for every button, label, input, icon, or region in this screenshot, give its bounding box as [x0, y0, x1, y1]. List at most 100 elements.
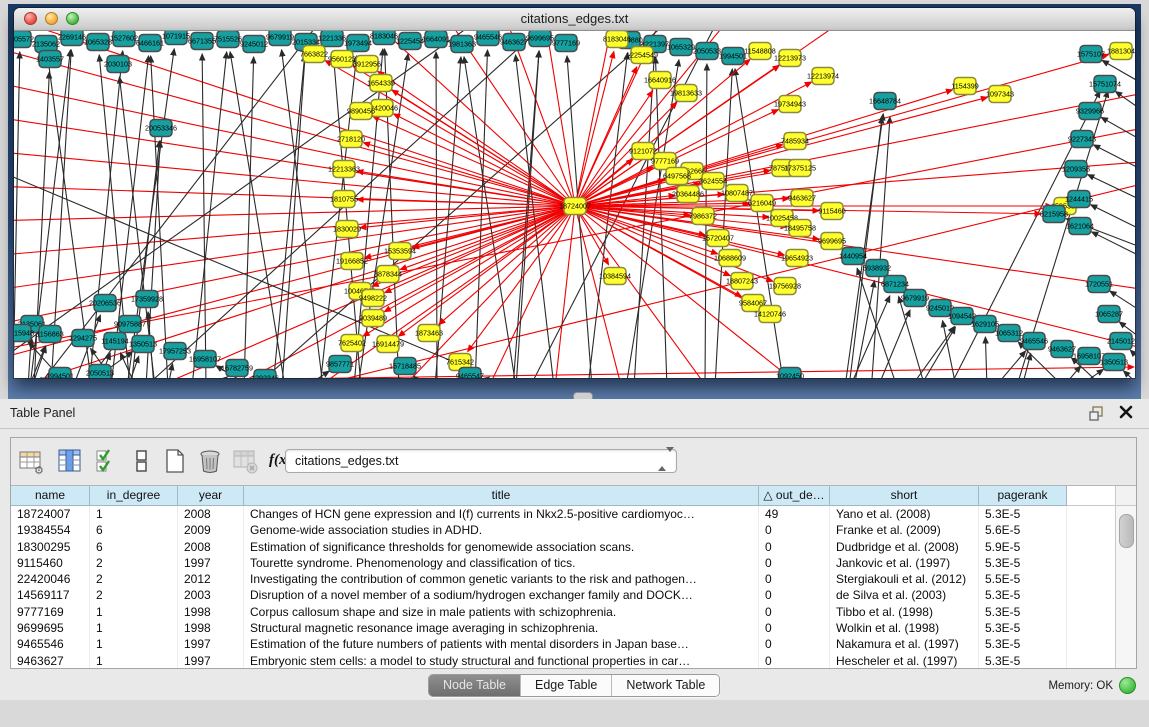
network-node-label: 1973494: [344, 39, 372, 48]
cell-out_de: 0: [759, 604, 830, 620]
delete-rows-icon[interactable]: [195, 446, 225, 476]
tab-node-table[interactable]: Node Table: [429, 675, 521, 696]
cell-year: 1997: [178, 636, 244, 652]
network-node-label: 9679919: [266, 33, 294, 42]
network-window: citations_edges.txt 18724007240557221350…: [14, 8, 1135, 378]
cell-name: 9115460: [11, 555, 90, 571]
network-node-label: 1292346: [251, 374, 279, 379]
table-row[interactable]: 977716911998Corpus callosum shape and si…: [11, 604, 1136, 620]
network-edge: [554, 206, 575, 378]
network-edge: [899, 296, 925, 378]
network-node-label: 9465547: [456, 372, 484, 379]
network-node-label: 9329966: [1076, 107, 1104, 116]
create-table-icon[interactable]: [160, 446, 190, 476]
network-node-label: 17957253: [159, 347, 191, 356]
network-node-label: 1575107: [1077, 50, 1105, 59]
network-node-label: 9039489: [359, 314, 387, 323]
column-header-title[interactable]: title: [244, 486, 759, 506]
network-node-label: 9498222: [359, 294, 387, 303]
table-row[interactable]: 969969511998Structural magnetic resonanc…: [11, 620, 1136, 636]
cell-out_de: 0: [759, 653, 830, 668]
vertical-scrollbar[interactable]: [1115, 506, 1136, 668]
network-node-label: 2050533: [693, 47, 721, 56]
cell-year: 2008: [178, 506, 244, 522]
network-node-label: 1221336: [318, 34, 346, 43]
network-node-label: 9463627: [1048, 345, 1076, 354]
network-window-titlebar[interactable]: citations_edges.txt: [14, 8, 1135, 31]
cell-out_de: 49: [759, 506, 830, 522]
network-node-label: 1244415: [1065, 195, 1093, 204]
network-node-label: 19166852: [336, 257, 368, 266]
network-edge: [385, 49, 399, 378]
network-edge: [1092, 232, 1135, 268]
table-row[interactable]: 911546021997Tourette syndrome. Phenomeno…: [11, 555, 1136, 571]
network-node-label: 1810755: [330, 195, 358, 204]
column-header-pagerank[interactable]: pagerank: [979, 486, 1067, 506]
table-row[interactable]: 2242004622012Investigating the contribut…: [11, 571, 1136, 587]
network-node-label: 1654339: [367, 79, 395, 88]
column-header-out_de[interactable]: △ out_de…: [759, 486, 830, 506]
column-header-name[interactable]: name: [11, 486, 90, 506]
network-node-label: 1097343: [986, 90, 1014, 99]
memory-status-label[interactable]: Memory: OK: [1048, 678, 1113, 694]
network-node-label: 1225454: [396, 37, 424, 46]
cell-title: Changes of HCN gene expression and I(f) …: [244, 506, 759, 522]
cell-name: 9465546: [11, 636, 90, 652]
network-view[interactable]: 1872400724055722135062226914610653281527…: [14, 31, 1135, 378]
dropdown-arrows-icon: [658, 452, 670, 470]
network-node-label: 19734943: [774, 100, 806, 109]
network-node-label: 1294275: [69, 334, 97, 343]
network-node-label: 8183046: [370, 32, 398, 41]
table-rows: 1872400712008Changes of HCN gene express…: [11, 506, 1136, 668]
network-edge: [325, 61, 575, 206]
delete-table-icon[interactable]: [231, 446, 261, 476]
table-row[interactable]: 1872400712008Changes of HCN gene express…: [11, 506, 1136, 522]
table-selector-dropdown[interactable]: citations_edges.txt: [285, 449, 677, 473]
float-panel-icon[interactable]: [1088, 405, 1105, 422]
network-node-label: 2405572: [14, 35, 34, 44]
tab-edge-table[interactable]: Edge Table: [521, 675, 612, 696]
network-edge: [854, 281, 875, 378]
network-node-label: 14120746: [754, 310, 786, 319]
cell-short: Yano et al. (2008): [830, 506, 979, 522]
column-header-in_degree[interactable]: in_degree: [90, 486, 178, 506]
network-node-label: 1403557: [36, 55, 64, 64]
cell-pagerank: 5.3E-5: [979, 620, 1067, 636]
cell-short: Franke et al. (2009): [830, 522, 979, 538]
cell-in_degree: 6: [90, 539, 178, 555]
cell-title: Corpus callosum shape and size in male p…: [244, 604, 759, 620]
network-node-label: 11548808: [744, 47, 775, 56]
close-panel-icon[interactable]: [1118, 404, 1135, 421]
column-visibility-icon[interactable]: [55, 446, 85, 476]
column-header-short[interactable]: short: [830, 486, 979, 506]
table-mode-icon[interactable]: ⚙: [17, 446, 47, 476]
cell-pagerank: 5.3E-5: [979, 555, 1067, 571]
cell-title: Genome-wide association studies in ADHD.: [244, 522, 759, 538]
network-node-label: 16648784: [869, 97, 901, 106]
cell-out_de: 0: [759, 522, 830, 538]
tab-network-table[interactable]: Network Table: [612, 675, 719, 696]
row-selection-icon[interactable]: [93, 446, 123, 476]
scrollbar-thumb[interactable]: [1119, 514, 1134, 548]
table-row[interactable]: 946554611997Estimation of the future num…: [11, 636, 1136, 652]
table-tabs: Node TableEdge TableNetwork Table: [428, 674, 720, 697]
table-row[interactable]: 1456911722003Disruption of a novel membe…: [11, 587, 1136, 603]
network-edge: [544, 31, 575, 206]
cell-entry-icon[interactable]: [127, 446, 157, 476]
cell-name: 9699695: [11, 620, 90, 636]
cell-pagerank: 5.9E-5: [979, 539, 1067, 555]
memory-status-indicator[interactable]: [1119, 677, 1136, 694]
table-row[interactable]: 946362711997Embryonic stem cells: a mode…: [11, 653, 1136, 668]
network-node-label: 9463627: [500, 38, 528, 47]
table-toolbar: ⚙ f(x) citations_edges.txt: [11, 438, 1136, 486]
cell-title: Structural magnetic resonance image aver…: [244, 620, 759, 636]
network-node-label: 16782759: [221, 364, 253, 373]
network-node-label: 7485934: [781, 137, 809, 146]
table-row[interactable]: 1830029562008Estimation of significance …: [11, 539, 1136, 555]
column-header-year[interactable]: year: [178, 486, 244, 506]
table-row[interactable]: 1938455462009Genome-wide association stu…: [11, 522, 1136, 538]
network-node-label: 10384594: [599, 272, 631, 281]
network-node-label: 7625402: [338, 339, 366, 348]
header-filler: [1067, 486, 1115, 506]
network-node-label: 9560123: [328, 55, 356, 64]
